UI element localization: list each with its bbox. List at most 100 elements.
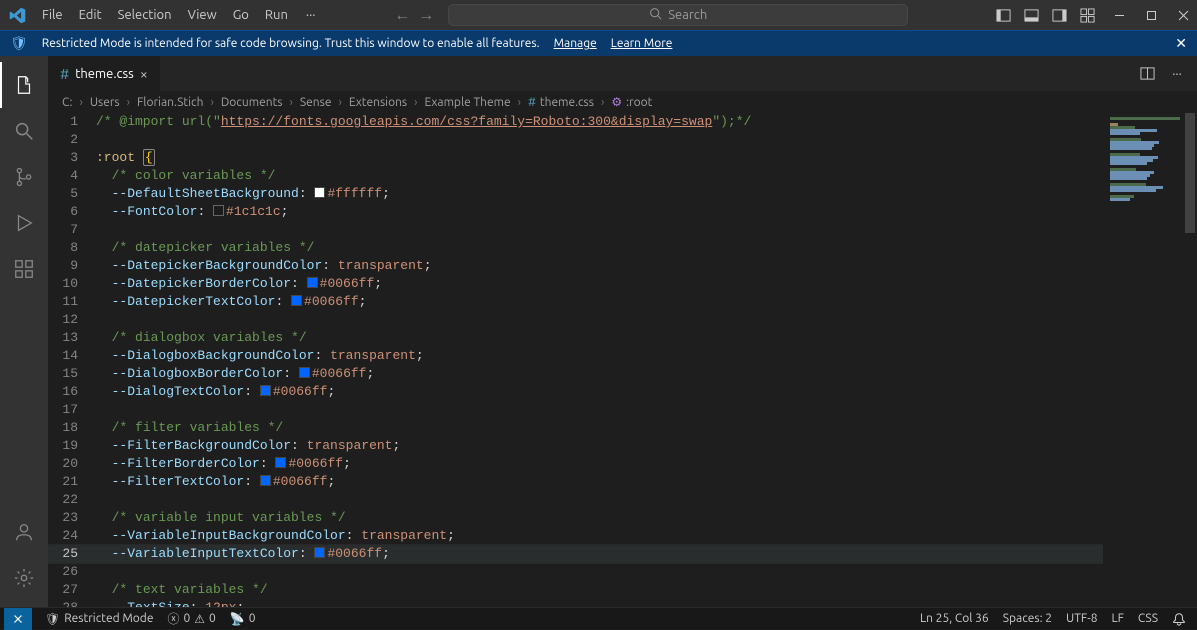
code-line[interactable]: 11 --DatepickerTextColor: #0066ff; [48,293,1103,311]
remote-indicator-icon[interactable] [4,608,32,630]
code-line[interactable]: 12 [48,311,1103,329]
status-notifications-icon[interactable] [1165,612,1193,626]
crumb-segment[interactable]: Florian.Stich [137,96,203,109]
activity-source-control-icon[interactable] [0,154,48,200]
code-line[interactable]: 10 --DatepickerBorderColor: #0066ff; [48,275,1103,293]
manage-link[interactable]: Manage [554,37,597,50]
menu-view[interactable]: View [180,4,225,26]
crumb-segment[interactable]: C: [62,96,72,109]
minimize-icon[interactable] [1111,7,1127,23]
status-cursor-position[interactable]: Ln 25, Col 36 [913,612,996,625]
crumb-segment[interactable]: Extensions [349,96,407,109]
status-ports[interactable]: 📡0 [223,608,263,629]
code-line[interactable]: 3:root { [48,149,1103,167]
more-actions-icon[interactable]: ··· [1169,66,1185,82]
status-encoding[interactable]: UTF-8 [1059,612,1104,625]
code-line[interactable]: 13 /* dialogbox variables */ [48,329,1103,347]
line-number: 18 [48,419,96,437]
code-line[interactable]: 5 --DefaultSheetBackground: #ffffff; [48,185,1103,203]
menu-bar[interactable]: FileEditSelectionViewGoRun [34,4,296,26]
line-content: /* color variables */ [96,167,1103,185]
line-number: 15 [48,365,96,383]
activity-search-icon[interactable] [0,108,48,154]
layout-controls [995,7,1095,23]
nav-back-icon[interactable]: ← [394,6,410,25]
color-swatch-icon [299,367,310,378]
status-indentation[interactable]: Spaces: 2 [996,612,1059,625]
activity-account-icon[interactable] [0,509,48,555]
code-line[interactable]: 23 /* variable input variables */ [48,509,1103,527]
search-placeholder: Search [668,8,707,22]
customize-layout-icon[interactable] [1079,7,1095,23]
status-eol[interactable]: LF [1105,612,1131,625]
code-editor[interactable]: 1/* @import url("https://fonts.googleapi… [48,113,1197,607]
status-language-mode[interactable]: CSS [1131,612,1165,625]
scrollbar-thumb[interactable] [1185,113,1195,233]
code-line[interactable]: 22 [48,491,1103,509]
code-line[interactable]: 17 [48,401,1103,419]
code-line[interactable]: 19 --FilterBackgroundColor: transparent; [48,437,1103,455]
code-line[interactable]: 28 --TextSize: 12px; [48,599,1103,607]
line-content: --TextSize: 12px; [96,599,1103,607]
code-line[interactable]: 7 [48,221,1103,239]
code-line[interactable]: 18 /* filter variables */ [48,419,1103,437]
code-line[interactable]: 25 --VariableInputTextColor: #0066ff; [48,545,1103,563]
toggle-secondary-sidebar-icon[interactable] [1051,7,1067,23]
activity-run-debug-icon[interactable] [0,200,48,246]
code-line[interactable]: 21 --FilterTextColor: #0066ff; [48,473,1103,491]
command-center-search[interactable]: Search [448,4,908,26]
code-line[interactable]: 14 --DialogboxBackgroundColor: transpare… [48,347,1103,365]
tab-theme-css[interactable]: # theme.css × [48,56,161,91]
crumb-symbol[interactable]: :root [626,96,652,109]
code-line[interactable]: 26 [48,563,1103,581]
chevron-right-icon: › [335,96,344,109]
maximize-icon[interactable] [1143,7,1159,23]
code-line[interactable]: 4 /* color variables */ [48,167,1103,185]
code-line[interactable]: 20 --FilterBorderColor: #0066ff; [48,455,1103,473]
close-tab-icon[interactable]: × [140,66,148,82]
line-content: --DialogboxBorderColor: #0066ff; [96,365,1103,383]
vertical-scrollbar[interactable] [1183,113,1197,607]
line-number: 16 [48,383,96,401]
toggle-panel-icon[interactable] [1023,7,1039,23]
code-line[interactable]: 24 --VariableInputBackgroundColor: trans… [48,527,1103,545]
activity-settings-icon[interactable] [0,555,48,601]
learn-more-link[interactable]: Learn More [611,37,673,50]
code-line[interactable]: 8 /* datepicker variables */ [48,239,1103,257]
tab-bar: # theme.css × ··· [48,56,1197,91]
toggle-primary-sidebar-icon[interactable] [995,7,1011,23]
line-number: 27 [48,581,96,599]
code-line[interactable]: 15 --DialogboxBorderColor: #0066ff; [48,365,1103,383]
menu-file[interactable]: File [34,4,71,26]
crumb-file[interactable]: theme.css [540,96,594,109]
crumb-segment[interactable]: Sense [300,96,332,109]
line-number: 10 [48,275,96,293]
code-line[interactable]: 2 [48,131,1103,149]
code-line[interactable]: 16 --DialogTextColor: #0066ff; [48,383,1103,401]
minimap[interactable] [1103,113,1183,607]
code-line[interactable]: 27 /* text variables */ [48,581,1103,599]
close-window-icon[interactable] [1175,7,1191,23]
split-editor-icon[interactable] [1139,66,1155,82]
nav-forward-icon[interactable]: → [418,6,434,25]
chevron-right-icon: › [598,96,607,109]
menu-overflow-icon[interactable]: ··· [298,4,324,26]
code-line[interactable]: 1/* @import url("https://fonts.googleapi… [48,113,1103,131]
crumb-segment[interactable]: Documents [221,96,283,109]
menu-selection[interactable]: Selection [110,4,180,26]
code-line[interactable]: 6 --FontColor: #1c1c1c; [48,203,1103,221]
close-banner-icon[interactable]: ✕ [1175,35,1187,52]
menu-go[interactable]: Go [225,4,257,26]
symbol-icon: ⚙ [611,95,622,109]
activity-explorer-icon[interactable] [0,62,48,108]
menu-edit[interactable]: Edit [71,4,110,26]
crumb-segment[interactable]: Users [90,96,120,109]
activity-extensions-icon[interactable] [0,246,48,292]
crumb-segment[interactable]: Example Theme [425,96,511,109]
code-line[interactable]: 9 --DatepickerBackgroundColor: transpare… [48,257,1103,275]
status-problems[interactable]: ⓧ0 ⚠0 [160,608,222,629]
status-restricted-mode[interactable]: 🛡 Restricted Mode [38,608,160,629]
breadcrumb[interactable]: C:›Users›Florian.Stich›Documents›Sense›E… [48,91,1197,113]
menu-run[interactable]: Run [257,4,296,26]
line-number: 6 [48,203,96,221]
